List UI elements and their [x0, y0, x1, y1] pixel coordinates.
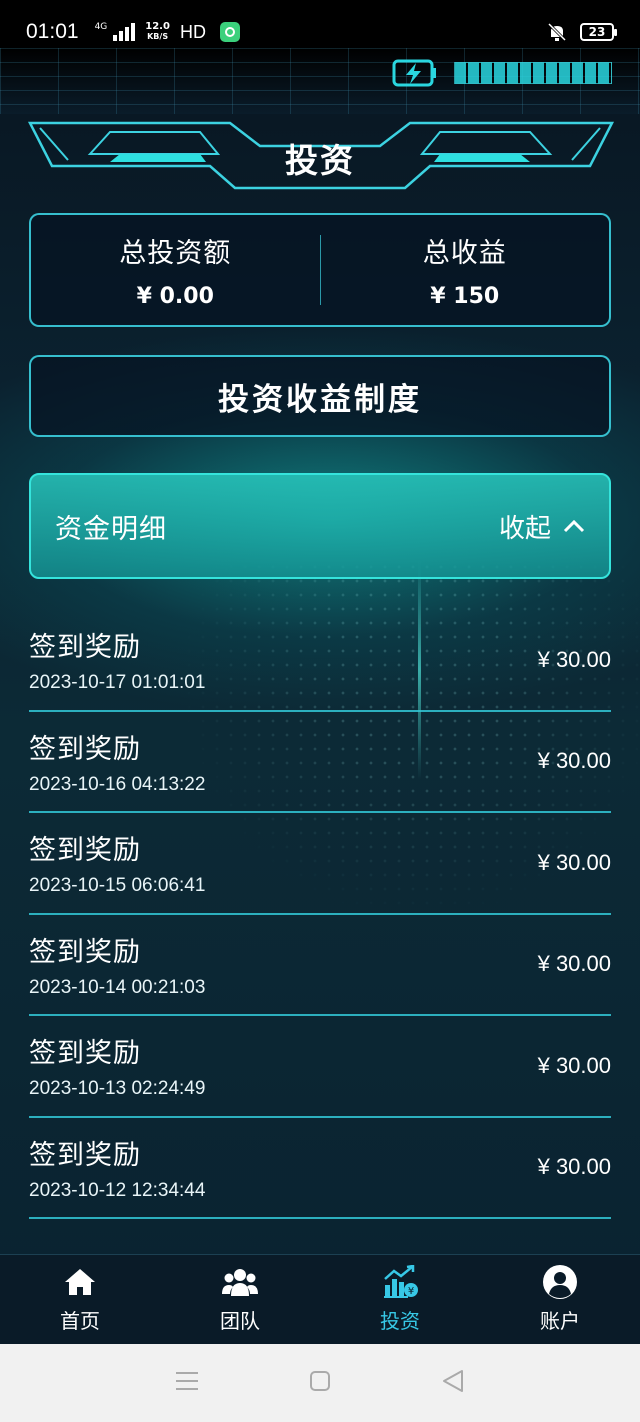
collapse-toggle-button[interactable]: 收起: [499, 508, 585, 545]
team-icon: [222, 1265, 258, 1299]
signal-icon: [113, 23, 136, 41]
fund-details-header: 资金明细 收起: [29, 473, 611, 579]
record-time: 2023-10-17 01:01:01: [29, 672, 206, 694]
tab-invest-label: 投资: [380, 1309, 420, 1333]
total-income-value: ¥ 150: [430, 284, 500, 309]
record-amount: ¥ 30.00: [537, 748, 611, 774]
record-item: 签到奖励 2023-10-17 01:01:01 ¥ 30.00: [29, 610, 611, 712]
collapse-toggle-label: 收起: [498, 513, 551, 544]
record-name: 签到奖励: [29, 936, 141, 968]
fund-records-list: 签到奖励 2023-10-17 01:01:01 ¥ 30.00 签到奖励 20…: [29, 610, 611, 1219]
tab-team[interactable]: 团队: [160, 1255, 320, 1344]
network-speed: 12.0 KB/S: [145, 22, 170, 42]
app-notification-icon: [219, 22, 240, 42]
fund-details-title: 资金明细: [55, 513, 167, 545]
total-income-block: 总收益 ¥ 150: [321, 215, 610, 325]
record-time: 2023-10-14 00:21:03: [29, 976, 206, 998]
total-income-label: 总收益: [422, 238, 507, 269]
investment-policy-button[interactable]: 投资收益制度: [29, 355, 611, 437]
record-item: 签到奖励 2023-10-16 04:13:22 ¥ 30.00: [29, 712, 611, 813]
home-icon: [62, 1265, 98, 1299]
network-indicator: 4G 12.0 KB/S HD: [95, 22, 240, 43]
record-amount: ¥ 30.00: [537, 1052, 611, 1078]
record-name: 签到奖励: [29, 835, 141, 867]
total-investment-block: 总投资额 ¥ 0.00: [31, 215, 320, 325]
chevron-up-icon: [563, 519, 585, 533]
record-amount: ¥ 30.00: [537, 849, 611, 875]
record-amount: ¥ 30.00: [537, 1154, 611, 1180]
hd-indicator: HD: [179, 21, 206, 42]
tab-account[interactable]: 账户: [480, 1255, 640, 1344]
total-investment-value: ¥ 0.00: [136, 284, 214, 309]
record-amount: ¥ 30.00: [537, 646, 611, 672]
energy-level-bar: [454, 62, 612, 84]
status-time: 01:01: [26, 20, 79, 43]
network-speed-value: 12.0: [145, 21, 170, 32]
record-time: 2023-10-12 12:34:44: [29, 1179, 206, 1201]
total-investment-label: 总投资额: [119, 238, 232, 269]
tab-account-label: 账户: [540, 1309, 580, 1333]
record-name: 签到奖励: [29, 733, 141, 765]
home-square-icon[interactable]: [308, 1369, 332, 1397]
page-header: 投资: [0, 118, 640, 194]
record-item: 签到奖励 2023-10-14 00:21:03 ¥ 30.00: [29, 915, 611, 1016]
record-amount: ¥ 30.00: [537, 951, 611, 977]
record-item: 签到奖励 2023-10-12 12:34:44 ¥ 30.00: [29, 1118, 611, 1219]
menu-icon[interactable]: [174, 1370, 200, 1396]
energy-icon: [392, 58, 438, 88]
record-time: 2023-10-15 06:06:41: [29, 875, 206, 897]
back-triangle-icon[interactable]: [440, 1368, 466, 1398]
battery-icon: 23: [580, 23, 617, 41]
record-time: 2023-10-13 02:24:49: [29, 1078, 206, 1100]
app-screen: 01:01 4G 12.0 KB/S HD 23 投资 总投资额 ¥ 0.00 …: [0, 0, 640, 1344]
record-item: 签到奖励 2023-10-13 02:24:49 ¥ 30.00: [29, 1016, 611, 1118]
page-title: 投资: [285, 141, 355, 180]
record-name: 签到奖励: [29, 632, 141, 664]
mute-bell-icon: [546, 21, 568, 43]
record-item: 签到奖励 2023-10-15 06:06:41 ¥ 30.00: [29, 813, 611, 915]
record-name: 签到奖励: [29, 1038, 141, 1070]
invest-chart-icon: ¥: [382, 1265, 418, 1299]
svg-text:¥: ¥: [408, 1286, 414, 1297]
system-navigation-bar: [0, 1344, 640, 1422]
bottom-tab-bar: 首页 团队 ¥ 投资 账户: [0, 1254, 640, 1344]
account-icon: [542, 1265, 578, 1299]
network-type: 4G: [94, 21, 108, 32]
investment-summary-card: 总投资额 ¥ 0.00 总收益 ¥ 150: [29, 213, 611, 327]
record-name: 签到奖励: [29, 1139, 141, 1171]
tab-home-label: 首页: [60, 1309, 100, 1333]
network-speed-unit: KB/S: [147, 32, 169, 41]
tab-home[interactable]: 首页: [0, 1255, 160, 1344]
tab-invest[interactable]: ¥ 投资: [320, 1255, 480, 1344]
tab-team-label: 团队: [220, 1309, 260, 1333]
record-time: 2023-10-16 04:13:22: [29, 773, 206, 795]
